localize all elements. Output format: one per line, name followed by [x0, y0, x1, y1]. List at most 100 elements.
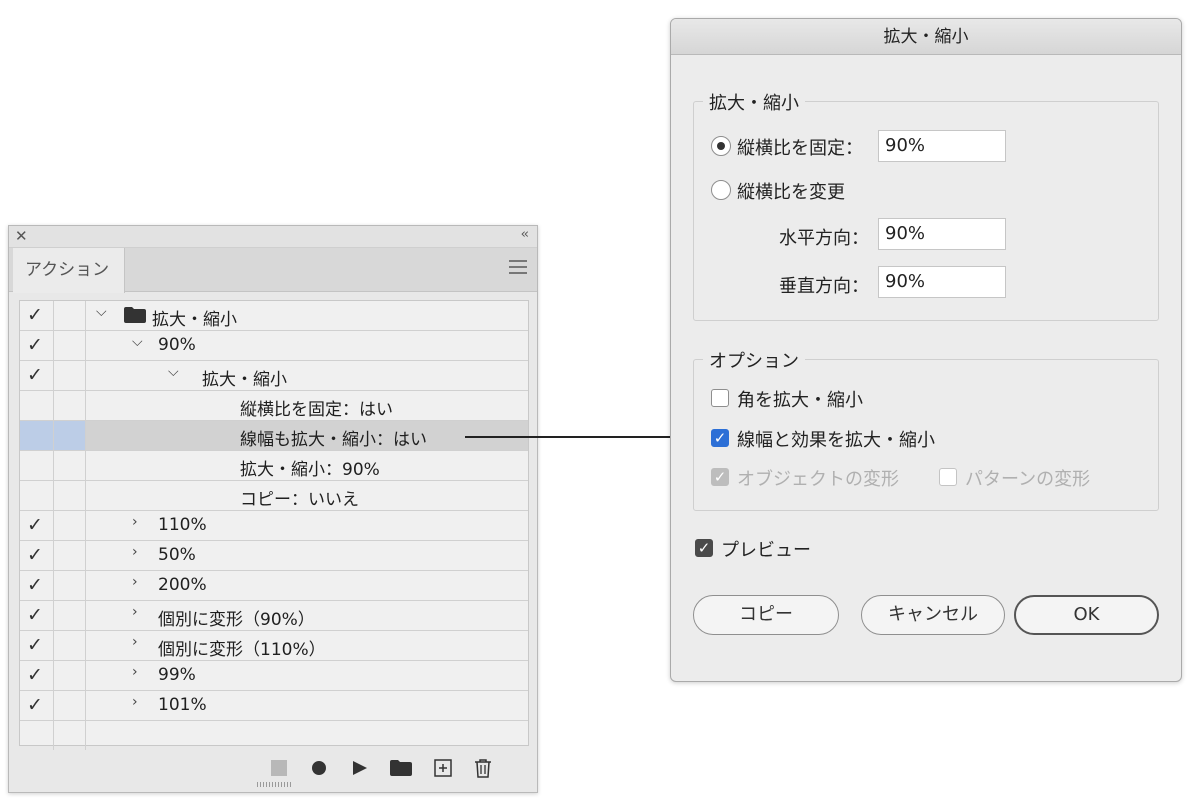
- nonuniform-radio[interactable]: [711, 180, 731, 200]
- action-list: ✓ ⌵ 拡大・縮小 ✓ ⌵ 90% ✓ ⌵ 拡大・縮小 縦横比を固定：はい 線幅…: [19, 300, 529, 750]
- uniform-scale-input[interactable]: 90%: [878, 130, 1006, 162]
- toggle-item-cell[interactable]: ✓: [20, 631, 54, 660]
- transform-objects-label: オブジェクトの変形: [737, 469, 899, 490]
- dialog-toggle-cell[interactable]: [54, 331, 86, 360]
- parameter-row-selected[interactable]: 線幅も拡大・縮小：はい: [20, 421, 528, 451]
- record-icon[interactable]: [311, 760, 327, 776]
- action-row[interactable]: ✓ › 99%: [20, 661, 528, 691]
- action-row[interactable]: ✓ › 50%: [20, 541, 528, 571]
- vertical-scale-input[interactable]: 90%: [878, 266, 1006, 298]
- scale-dialog: 拡大・縮小 拡大・縮小 縦横比を固定： 90% 縦横比を変更 水平方向： 90%…: [670, 18, 1182, 682]
- new-action-icon[interactable]: [434, 759, 452, 777]
- dialog-toggle-cell[interactable]: [54, 691, 86, 720]
- chevron-right-icon[interactable]: ›: [132, 574, 138, 590]
- scale-strokes-label: 線幅と効果を拡大・縮小: [737, 430, 935, 451]
- action-label: 個別に変形（90%）: [158, 610, 315, 630]
- toggle-item-cell[interactable]: ✓: [20, 601, 54, 630]
- toggle-item-cell[interactable]: ✓: [20, 331, 54, 360]
- command-row[interactable]: ✓ ⌵ 拡大・縮小: [20, 361, 528, 391]
- check-icon: ✓: [27, 604, 43, 626]
- action-label: 110%: [158, 515, 207, 535]
- dialog-toggle-cell[interactable]: [54, 481, 86, 510]
- chevron-right-icon[interactable]: ›: [132, 604, 138, 620]
- copy-button[interactable]: コピー: [693, 595, 839, 635]
- toggle-item-cell[interactable]: ✓: [20, 511, 54, 540]
- action-row[interactable]: ✓ › 個別に変形（90%）: [20, 601, 528, 631]
- toggle-item-cell[interactable]: ✓: [20, 661, 54, 690]
- horizontal-scale-input[interactable]: 90%: [878, 218, 1006, 250]
- check-icon: ✓: [27, 664, 43, 686]
- toggle-item-cell[interactable]: ✓: [20, 301, 54, 330]
- dialog-toggle-cell[interactable]: [54, 541, 86, 570]
- check-icon: ✓: [27, 544, 43, 566]
- toggle-item-cell[interactable]: [20, 451, 54, 480]
- ok-button[interactable]: OK: [1014, 595, 1159, 635]
- collapse-icon[interactable]: ‹‹: [521, 227, 530, 242]
- toggle-item-cell[interactable]: [20, 481, 54, 510]
- dialog-toggle-cell[interactable]: [54, 451, 86, 480]
- check-icon: ✓: [27, 334, 43, 356]
- dialog-toggle-cell[interactable]: [54, 571, 86, 600]
- toggle-item-cell[interactable]: [20, 391, 54, 420]
- close-icon[interactable]: ✕: [15, 227, 28, 245]
- dialog-toggle-cell[interactable]: [54, 631, 86, 660]
- toggle-item-cell[interactable]: ✓: [20, 361, 54, 390]
- panel-menu-icon[interactable]: [509, 260, 527, 278]
- chevron-right-icon[interactable]: ›: [132, 544, 138, 560]
- chevron-right-icon[interactable]: ›: [132, 664, 138, 680]
- parameter-label: 線幅も拡大・縮小：はい: [240, 430, 427, 450]
- action-label: 99%: [158, 665, 196, 685]
- toggle-item-cell[interactable]: ✓: [20, 571, 54, 600]
- chevron-down-icon[interactable]: ⌵: [96, 304, 107, 320]
- parameter-label: 拡大・縮小：90%: [240, 460, 380, 480]
- check-icon: ✓: [27, 694, 43, 716]
- chevron-right-icon[interactable]: ›: [132, 634, 138, 650]
- scale-group-legend: 拡大・縮小: [703, 89, 805, 115]
- cancel-button[interactable]: キャンセル: [861, 595, 1005, 635]
- check-icon: ✓: [27, 574, 43, 596]
- actions-panel: ✕ ‹‹ アクション ✓ ⌵ 拡大・縮小 ✓ ⌵ 90% ✓ ⌵ 拡大・縮小 縦…: [8, 225, 538, 793]
- check-icon: ✓: [27, 634, 43, 656]
- action-row[interactable]: ✓ ⌵ 90%: [20, 331, 528, 361]
- empty-cell: [20, 721, 54, 750]
- dialog-toggle-cell[interactable]: [54, 511, 86, 540]
- action-row[interactable]: ✓ › 個別に変形（110%）: [20, 631, 528, 661]
- action-row[interactable]: ✓ › 101%: [20, 691, 528, 721]
- dialog-toggle-cell[interactable]: [54, 601, 86, 630]
- trash-icon[interactable]: [474, 758, 492, 778]
- chevron-right-icon[interactable]: ›: [132, 514, 138, 530]
- resize-grip[interactable]: [257, 782, 291, 787]
- action-row[interactable]: ✓ › 110%: [20, 511, 528, 541]
- action-row[interactable]: ✓ › 200%: [20, 571, 528, 601]
- dialog-toggle-cell[interactable]: [54, 361, 86, 390]
- play-icon[interactable]: [352, 760, 368, 776]
- transform-patterns-label: パターンの変形: [965, 469, 1091, 490]
- dialog-toggle-cell[interactable]: [54, 301, 86, 330]
- parameter-row[interactable]: コピー：いいえ: [20, 481, 528, 511]
- scale-strokes-checkbox[interactable]: ✓: [711, 429, 729, 447]
- toggle-item-cell[interactable]: ✓: [20, 541, 54, 570]
- action-label: 拡大・縮小: [152, 310, 237, 330]
- toggle-item-cell[interactable]: ✓: [20, 691, 54, 720]
- uniform-radio[interactable]: [711, 136, 731, 156]
- parameter-row[interactable]: 拡大・縮小：90%: [20, 451, 528, 481]
- stop-icon[interactable]: [271, 760, 287, 776]
- uniform-label: 縦横比を固定：: [737, 138, 863, 159]
- preview-checkbox[interactable]: ✓: [695, 539, 713, 557]
- dialog-title: 拡大・縮小: [671, 19, 1181, 55]
- options-group-legend: オプション: [703, 347, 805, 373]
- dialog-toggle-cell[interactable]: [54, 391, 86, 420]
- chevron-down-icon[interactable]: ⌵: [132, 334, 143, 350]
- parameter-row[interactable]: 縦横比を固定：はい: [20, 391, 528, 421]
- scale-corners-checkbox[interactable]: [711, 389, 729, 407]
- chevron-right-icon[interactable]: ›: [132, 694, 138, 710]
- dialog-toggle-cell[interactable]: [54, 661, 86, 690]
- dialog-toggle-cell[interactable]: [54, 421, 86, 450]
- folder-icon[interactable]: [390, 760, 412, 776]
- toggle-item-cell[interactable]: [20, 421, 54, 450]
- action-label: 200%: [158, 575, 207, 595]
- action-label: 50%: [158, 545, 196, 565]
- action-set-row[interactable]: ✓ ⌵ 拡大・縮小: [20, 301, 528, 331]
- chevron-down-icon[interactable]: ⌵: [168, 364, 179, 380]
- tab-actions[interactable]: アクション: [13, 248, 125, 293]
